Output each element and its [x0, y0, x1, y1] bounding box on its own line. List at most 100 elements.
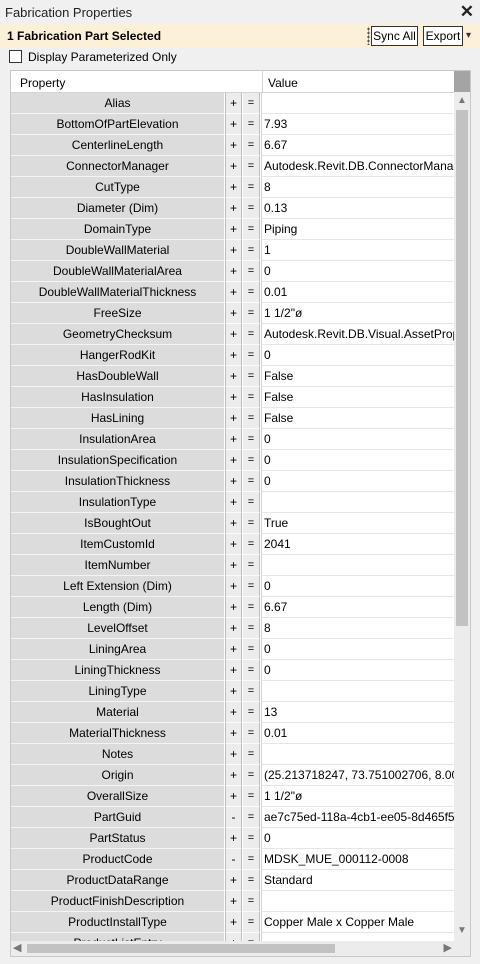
toggle-parameter-button[interactable]: +	[225, 366, 242, 387]
formula-button[interactable]: =	[243, 891, 260, 912]
property-value-cell[interactable]: Autodesk.Revit.DB.ConnectorManag	[261, 156, 454, 177]
parameterized-checkbox-label[interactable]: Display Parameterized Only	[28, 50, 177, 64]
table-row[interactable]: FreeSize + = 1 1/2"ø	[11, 303, 454, 324]
table-row[interactable]: Length (Dim) + = 6.67	[11, 597, 454, 618]
table-row[interactable]: ProductFinishDescription + =	[11, 891, 454, 912]
toggle-parameter-button[interactable]: +	[225, 513, 242, 534]
table-row[interactable]: LiningArea + = 0	[11, 639, 454, 660]
scroll-left-icon[interactable]: ◀	[13, 941, 21, 956]
formula-button[interactable]: =	[243, 744, 260, 765]
toggle-parameter-button[interactable]: +	[225, 534, 242, 555]
close-icon[interactable]: ✕	[460, 2, 474, 22]
formula-button[interactable]: =	[243, 555, 260, 576]
table-row[interactable]: Alias + =	[11, 93, 454, 114]
toggle-parameter-button[interactable]: +	[225, 933, 242, 941]
table-row[interactable]: LiningThickness + = 0	[11, 660, 454, 681]
toggle-parameter-button[interactable]: +	[225, 219, 242, 240]
formula-button[interactable]: =	[243, 513, 260, 534]
toggle-parameter-button[interactable]: +	[225, 870, 242, 891]
formula-button[interactable]: =	[243, 324, 260, 345]
table-row[interactable]: Left Extension (Dim) + = 0	[11, 576, 454, 597]
toolbar-overflow-icon[interactable]: ▾	[466, 30, 471, 41]
property-value-cell[interactable]: 1 1/2"ø	[261, 786, 454, 807]
property-value-cell[interactable]: 0	[261, 450, 454, 471]
table-row[interactable]: PartGuid - = ae7c75ed-118a-4cb1-ee05-8d465f…	[11, 807, 454, 828]
formula-button[interactable]: =	[243, 240, 260, 261]
toggle-parameter-button[interactable]: +	[225, 324, 242, 345]
property-value-cell[interactable]: 0	[261, 471, 454, 492]
property-value-cell[interactable]: 0.01	[261, 723, 454, 744]
property-value-cell[interactable]: 0	[261, 828, 454, 849]
property-value-cell[interactable]	[261, 933, 454, 941]
property-value-cell[interactable]: 8	[261, 177, 454, 198]
table-row[interactable]: IsBoughtOut + = True	[11, 513, 454, 534]
formula-button[interactable]: =	[243, 849, 260, 870]
toggle-parameter-button[interactable]: +	[225, 597, 242, 618]
table-row[interactable]: HasLining + = False	[11, 408, 454, 429]
property-value-cell[interactable]: ae7c75ed-118a-4cb1-ee05-8d465f5	[261, 807, 454, 828]
property-value-cell[interactable]	[261, 93, 454, 114]
formula-button[interactable]: =	[243, 933, 260, 941]
property-value-cell[interactable]: 6.67	[261, 597, 454, 618]
table-row[interactable]: InsulationArea + = 0	[11, 429, 454, 450]
toggle-parameter-button[interactable]: +	[225, 471, 242, 492]
formula-button[interactable]: =	[243, 450, 260, 471]
property-value-cell[interactable]: Standard	[261, 870, 454, 891]
formula-button[interactable]: =	[243, 912, 260, 933]
toggle-parameter-button[interactable]: +	[225, 891, 242, 912]
property-value-cell[interactable]: Copper Male x Copper Male	[261, 912, 454, 933]
property-value-cell[interactable]: (25.213718247, 73.751002706, 8.000	[261, 765, 454, 786]
toggle-parameter-button[interactable]: +	[225, 156, 242, 177]
table-row[interactable]: Origin + = (25.213718247, 73.751002706, 8.0…	[11, 765, 454, 786]
property-value-cell[interactable]: False	[261, 387, 454, 408]
toggle-parameter-button[interactable]: +	[225, 240, 242, 261]
table-row[interactable]: HasInsulation + = False	[11, 387, 454, 408]
toggle-parameter-button[interactable]: +	[225, 345, 242, 366]
scroll-right-icon[interactable]: ▶	[444, 941, 452, 956]
table-row[interactable]: CutType + = 8	[11, 177, 454, 198]
toggle-parameter-button[interactable]: -	[225, 849, 242, 870]
formula-button[interactable]: =	[243, 261, 260, 282]
toggle-parameter-button[interactable]: +	[225, 177, 242, 198]
table-row[interactable]: LiningType + =	[11, 681, 454, 702]
property-value-cell[interactable]: 13	[261, 702, 454, 723]
property-value-cell[interactable]: 8	[261, 618, 454, 639]
parameterized-checkbox[interactable]	[9, 50, 22, 63]
toggle-parameter-button[interactable]: +	[225, 702, 242, 723]
formula-button[interactable]: =	[243, 114, 260, 135]
formula-button[interactable]: =	[243, 828, 260, 849]
table-row[interactable]: HasDoubleWall + = False	[11, 366, 454, 387]
property-value-cell[interactable]	[261, 555, 454, 576]
table-row[interactable]: OverallSize + = 1 1/2"ø	[11, 786, 454, 807]
table-row[interactable]: ProductDataRange + = Standard	[11, 870, 454, 891]
formula-button[interactable]: =	[243, 387, 260, 408]
table-row[interactable]: PartStatus + = 0	[11, 828, 454, 849]
table-row[interactable]: ItemNumber + =	[11, 555, 454, 576]
table-row[interactable]: HangerRodKit + = 0	[11, 345, 454, 366]
toggle-parameter-button[interactable]: +	[225, 660, 242, 681]
formula-button[interactable]: =	[243, 807, 260, 828]
vertical-scroll-thumb[interactable]	[456, 110, 468, 626]
toggle-parameter-button[interactable]: +	[225, 492, 242, 513]
toggle-parameter-button[interactable]: +	[225, 387, 242, 408]
property-value-cell[interactable]: Autodesk.Revit.DB.Visual.AssetPrope	[261, 324, 454, 345]
toggle-parameter-button[interactable]: +	[225, 408, 242, 429]
formula-button[interactable]: =	[243, 198, 260, 219]
property-value-cell[interactable]: 0.13	[261, 198, 454, 219]
horizontal-scroll-thumb[interactable]	[27, 944, 335, 953]
property-value-cell[interactable]: 0	[261, 660, 454, 681]
formula-button[interactable]: =	[243, 471, 260, 492]
formula-button[interactable]: =	[243, 786, 260, 807]
table-row[interactable]: InsulationThickness + = 0	[11, 471, 454, 492]
table-row[interactable]: DoubleWallMaterialArea + = 0	[11, 261, 454, 282]
export-button[interactable]: Export	[423, 26, 463, 46]
table-row[interactable]: MaterialThickness + = 0.01	[11, 723, 454, 744]
toggle-parameter-button[interactable]: +	[225, 135, 242, 156]
toggle-parameter-button[interactable]: +	[225, 723, 242, 744]
toggle-parameter-button[interactable]: +	[225, 786, 242, 807]
formula-button[interactable]: =	[243, 765, 260, 786]
property-value-cell[interactable]: 6.67	[261, 135, 454, 156]
property-value-cell[interactable]: Piping	[261, 219, 454, 240]
property-value-cell[interactable]: False	[261, 408, 454, 429]
property-value-cell[interactable]	[261, 744, 454, 765]
